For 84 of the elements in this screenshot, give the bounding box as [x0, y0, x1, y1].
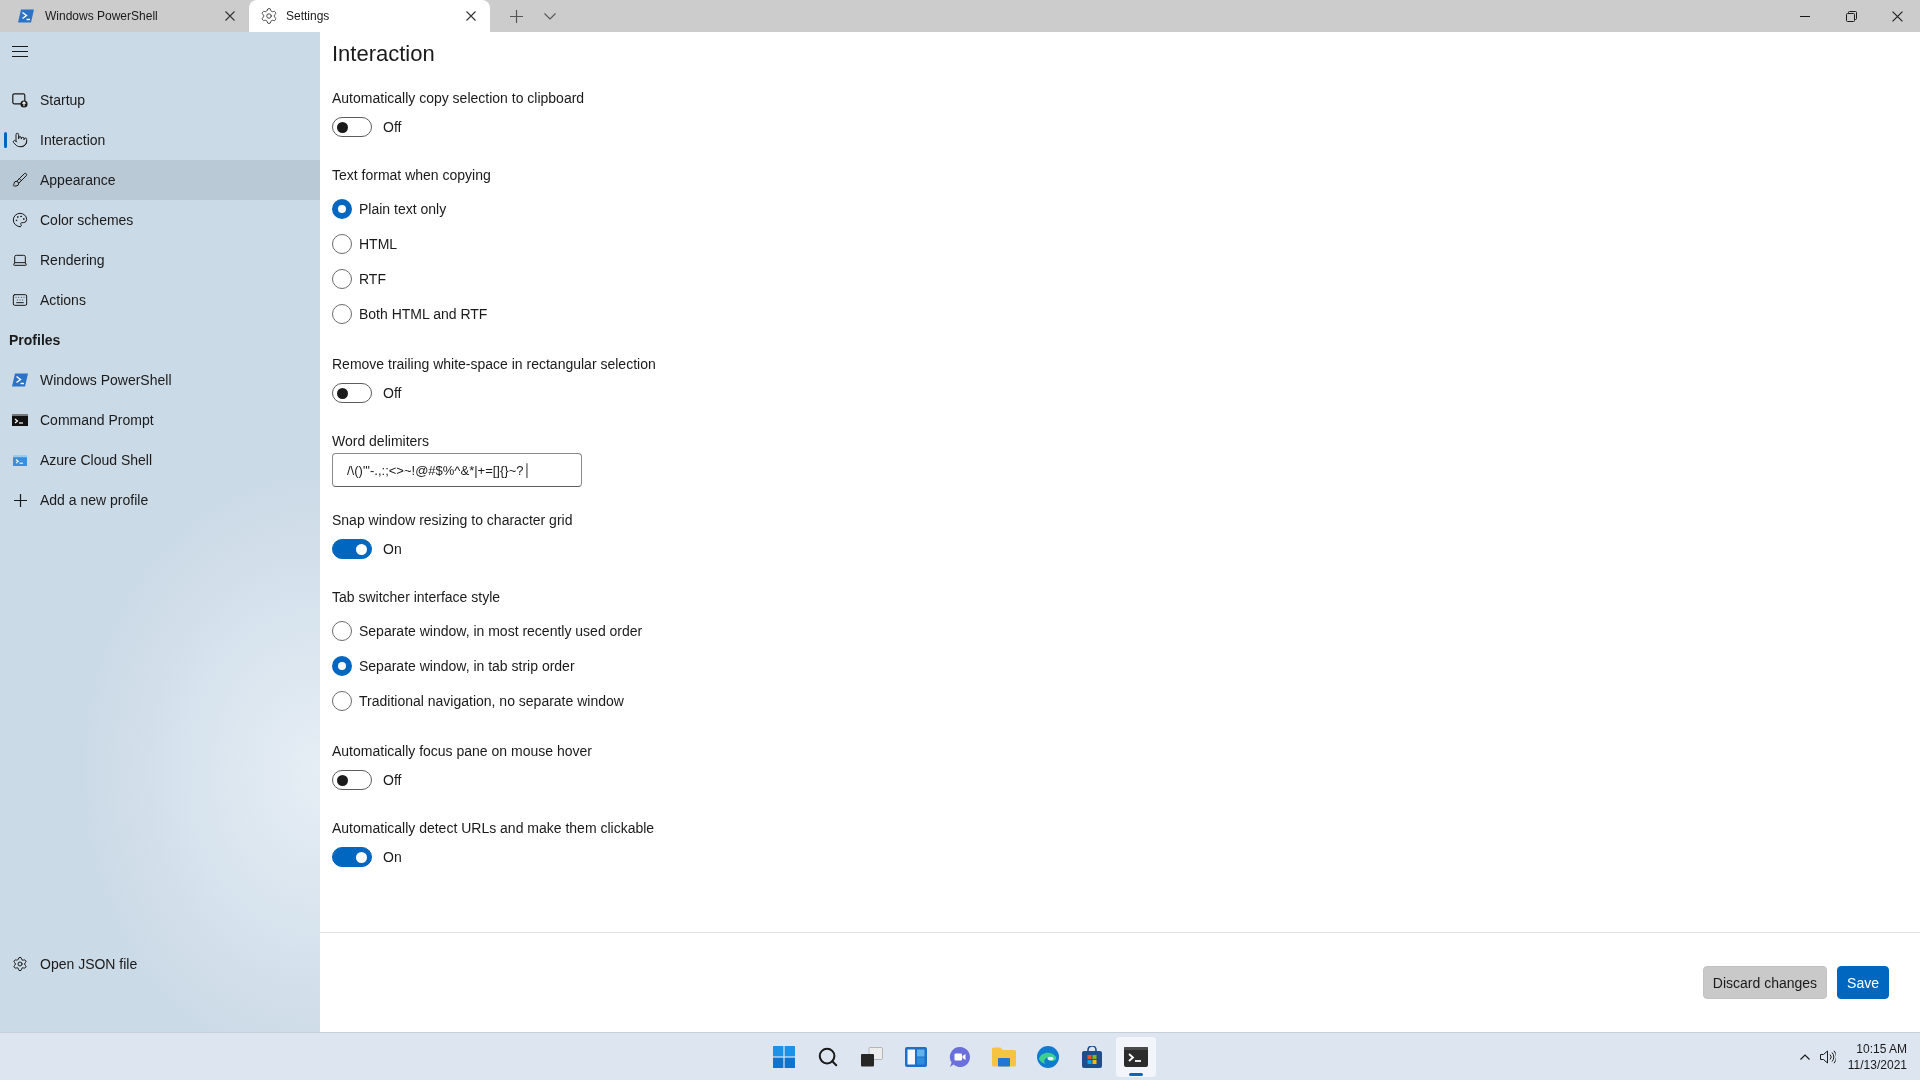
- menu-icon: [12, 45, 28, 57]
- close-icon: [225, 11, 235, 21]
- radio-button[interactable]: [332, 303, 352, 324]
- close-icon: [1891, 10, 1903, 22]
- setting-label: Automatically focus pane on mouse hover: [332, 742, 592, 761]
- toggle-switch[interactable]: [332, 847, 372, 867]
- tab[interactable]: Settings: [249, 0, 490, 32]
- nav-item[interactable]: Azure Cloud Shell: [0, 440, 320, 480]
- clock-time: 10:15 AM: [1856, 1040, 1907, 1057]
- nav-item[interactable]: Windows PowerShell: [0, 360, 320, 400]
- nav-item[interactable]: Rendering: [0, 240, 320, 280]
- nav-item[interactable]: Color schemes: [0, 200, 320, 240]
- setting-label: Tab switcher interface style: [332, 588, 501, 607]
- restore-icon: [1845, 10, 1857, 22]
- toggle-switch[interactable]: [332, 117, 372, 137]
- nav-item[interactable]: Interaction: [0, 120, 320, 160]
- toggle-state-text: Off: [383, 385, 402, 401]
- toggle-state-text: Off: [383, 772, 402, 788]
- search-icon: [817, 1045, 839, 1068]
- radio-label: Traditional navigation, no separate window: [359, 692, 624, 709]
- speaker-icon: [1819, 1049, 1836, 1064]
- toggle-switch[interactable]: [332, 770, 372, 790]
- toggle-state-text: On: [383, 849, 402, 865]
- radio-button[interactable]: [332, 690, 352, 711]
- terminal-prompt-icon: [12, 373, 28, 387]
- radio-button[interactable]: [332, 620, 352, 641]
- save-button[interactable]: Save: [1837, 966, 1889, 999]
- settings-icon: [260, 7, 278, 25]
- setting-label: Snap window resizing to character grid: [332, 511, 573, 530]
- toggle-state-text: Off: [383, 119, 402, 135]
- terminal-icon: [1124, 1046, 1148, 1067]
- setting-label: Automatically detect URLs and make them clickable: [332, 819, 655, 838]
- laptop-icon: [12, 252, 28, 268]
- radio-button[interactable]: [332, 655, 352, 676]
- nav-item[interactable]: Open JSON file: [0, 944, 320, 984]
- setting-label: Text format when copying: [332, 166, 491, 185]
- overlapping-squares-icon: [861, 1046, 883, 1067]
- clock-date: 11/13/2021: [1847, 1056, 1907, 1073]
- radio-button[interactable]: [332, 268, 352, 289]
- setting-label: Remove trailing white-space in rectangular selection: [332, 355, 656, 374]
- setting-label: Automatically copy selection to clipboard: [332, 89, 585, 108]
- discard-button[interactable]: Discard changes: [1702, 966, 1828, 999]
- terminal-prompt-icon: [18, 9, 34, 23]
- radio-label: Plain text only: [359, 200, 447, 217]
- radio-label: Separate window, in tab strip order: [359, 657, 575, 674]
- widgets-icon: [905, 1046, 927, 1067]
- keyboard-icon: [12, 292, 28, 308]
- brush-icon: [12, 172, 28, 188]
- folder-icon: [992, 1046, 1016, 1067]
- nav-item[interactable]: Appearance: [0, 160, 320, 200]
- tab[interactable]: Windows PowerShell: [0, 0, 247, 32]
- terminal-window-icon: [13, 454, 27, 466]
- hand-pointer-icon: [12, 132, 28, 148]
- taskbar-button[interactable]: [1116, 1036, 1156, 1077]
- section-heading: Profiles: [8, 331, 62, 350]
- toggle-switch[interactable]: [332, 539, 372, 559]
- shopping-bag-icon: [1081, 1045, 1103, 1068]
- palette-icon: [12, 212, 28, 228]
- console-icon: [12, 414, 28, 426]
- active-indicator: [1129, 1072, 1143, 1076]
- minimize-icon: [1800, 15, 1810, 17]
- radio-label: Separate window, in most recently used order: [359, 622, 643, 639]
- radio-label: RTF: [359, 270, 386, 287]
- radio-button[interactable]: [332, 233, 352, 254]
- radio-label: Both HTML and RTF: [359, 305, 488, 322]
- toggle-state-text: On: [383, 541, 402, 557]
- chevron-down-icon: [544, 12, 556, 20]
- setting-label: Word delimiters: [332, 432, 429, 451]
- radio-button[interactable]: [332, 198, 352, 219]
- nav-item[interactable]: Command Prompt: [0, 400, 320, 440]
- radio-label: HTML: [359, 235, 398, 252]
- settings-icon: [12, 956, 28, 972]
- nav-item[interactable]: Actions: [0, 280, 320, 320]
- close-icon: [466, 11, 476, 21]
- plus-icon: [509, 9, 523, 23]
- start-icon: [773, 1045, 795, 1068]
- page-title: Interaction: [332, 40, 435, 68]
- nav-item[interactable]: Startup: [0, 80, 320, 120]
- video-chat-icon: [949, 1045, 971, 1068]
- wave-circle-icon: [1037, 1045, 1059, 1068]
- toggle-switch[interactable]: [332, 383, 372, 403]
- nav-item[interactable]: Add a new profile: [0, 480, 320, 520]
- chevron-up-icon: [1799, 1053, 1810, 1060]
- plus-icon: [13, 493, 27, 507]
